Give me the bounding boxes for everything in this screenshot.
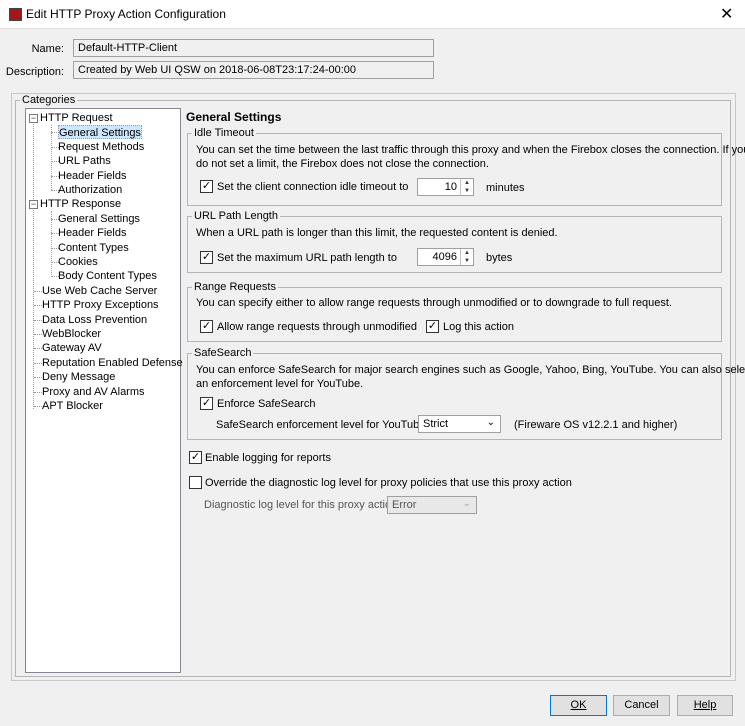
override-diag-label: Override the diagnostic log level for pr… [205, 477, 572, 489]
spinner-arrows-icon[interactable]: ▲ ▼ [460, 179, 473, 195]
tree-item[interactable]: URL Paths [58, 154, 111, 168]
tree-item[interactable]: HTTP Proxy Exceptions [42, 298, 159, 312]
tree-line [33, 119, 34, 409]
tree-item[interactable]: HTTP Response [40, 197, 121, 211]
idle-timeout-unit: minutes [486, 182, 525, 194]
collapse-icon[interactable]: − [29, 200, 38, 209]
tree-item[interactable]: Proxy and AV Alarms [42, 385, 145, 399]
url-path-checkbox[interactable]: ✓ [200, 251, 213, 264]
name-field[interactable]: Default-HTTP-Client [73, 39, 434, 57]
idle-timeout-value: 10 [444, 181, 457, 193]
safesearch-note: (Fireware OS v12.2.1 and higher) [514, 419, 678, 431]
enable-logging-checkbox[interactable]: ✓ [189, 451, 202, 464]
allow-range-checkbox[interactable]: ✓ [200, 320, 213, 333]
window-title: Edit HTTP Proxy Action Configuration [26, 7, 226, 21]
tree-line [34, 291, 42, 292]
tree-line [34, 377, 42, 378]
url-path-group: URL Path Length When a URL path is longe… [187, 210, 722, 273]
range-requests-title: Range Requests [192, 281, 278, 293]
tree-line [34, 320, 42, 321]
help-button[interactable]: Help [677, 695, 733, 716]
cancel-button[interactable]: Cancel [613, 695, 670, 716]
url-path-unit: bytes [486, 252, 513, 264]
close-icon[interactable]: ✕ [720, 4, 733, 24]
url-path-label: Set the maximum URL path length to [217, 252, 397, 264]
collapse-icon[interactable]: − [29, 114, 38, 123]
safesearch-level-value: Strict [423, 418, 449, 430]
tree-item[interactable]: Authorization [58, 183, 122, 197]
tree-item[interactable]: HTTP Request [40, 111, 113, 125]
tree-item[interactable]: WebBlocker [42, 327, 101, 341]
log-action-checkbox[interactable]: ✓ [426, 320, 439, 333]
ok-button[interactable]: OK [550, 695, 607, 716]
tree-item[interactable]: General Settings [58, 212, 140, 226]
log-action-label: Log this action [443, 321, 514, 333]
url-path-value: 4096 [432, 251, 457, 263]
idle-timeout-checkbox[interactable]: ✓ [200, 180, 213, 193]
tree-item[interactable]: APT Blocker [42, 399, 103, 413]
cancel-label: Cancel [624, 699, 659, 711]
categories-title: Categories [20, 94, 78, 106]
chevron-down-icon: ⌄ [462, 498, 471, 509]
url-path-title: URL Path Length [192, 210, 280, 222]
safesearch-group: SafeSearch You can enforce SafeSearch fo… [187, 347, 745, 440]
ok-label: OK [570, 699, 587, 711]
tree-item[interactable]: Header Fields [58, 169, 126, 183]
override-diag-checkbox[interactable] [189, 476, 202, 489]
tree-item[interactable]: Content Types [58, 241, 129, 255]
tree-line [51, 211, 52, 277]
tree-item[interactable]: General Settings [58, 125, 142, 139]
safesearch-desc: You can enforce SafeSearch for major sea… [196, 364, 745, 376]
tree-line [51, 125, 52, 190]
idle-timeout-title: Idle Timeout [192, 127, 256, 139]
spinner-arrows-icon[interactable]: ▲ ▼ [460, 249, 473, 265]
diag-level-value: Error [392, 499, 417, 511]
safesearch-level-label: SafeSearch enforcement level for YouTube… [216, 419, 429, 431]
url-path-spinner[interactable]: 4096 ▲ ▼ [417, 248, 474, 266]
idle-timeout-label: Set the client connection idle timeout t… [217, 181, 409, 193]
tree-item[interactable]: Request Methods [58, 140, 144, 154]
tree-line [34, 363, 42, 364]
idle-timeout-spinner[interactable]: 10 ▲ ▼ [417, 178, 474, 196]
tree-line [34, 406, 42, 407]
enforce-safesearch-checkbox[interactable]: ✓ [200, 397, 213, 410]
enable-logging-label: Enable logging for reports [205, 452, 331, 464]
chevron-down-icon: ⌄ [486, 417, 495, 428]
diag-level-label: Diagnostic log level for this proxy acti… [204, 499, 398, 511]
idle-timeout-desc: You can set the time between the last tr… [196, 144, 745, 156]
tree-line [34, 392, 42, 393]
safesearch-title: SafeSearch [192, 347, 254, 359]
tree-item[interactable]: Gateway AV [42, 341, 102, 355]
idle-timeout-desc-2: do not set a limit, the Firebox does not… [196, 158, 489, 170]
idle-timeout-group: Idle Timeout You can set the time betwee… [187, 127, 745, 206]
section-heading: General Settings [186, 110, 282, 124]
tree-item[interactable]: Data Loss Prevention [42, 313, 147, 327]
tree-item[interactable]: Body Content Types [58, 269, 157, 283]
allow-range-label: Allow range requests through unmodified [217, 321, 417, 333]
tree-line [34, 348, 42, 349]
tree-item[interactable]: Deny Message [42, 370, 115, 384]
app-icon [9, 8, 22, 21]
description-label: Description: [5, 66, 64, 78]
tree-item[interactable]: Cookies [58, 255, 98, 269]
enforce-safesearch-label: Enforce SafeSearch [217, 398, 316, 410]
range-requests-desc: You can specify either to allow range re… [196, 297, 672, 309]
title-bar: Edit HTTP Proxy Action Configuration ✕ [0, 0, 745, 29]
tree-item[interactable]: Use Web Cache Server [42, 284, 157, 298]
tree-item[interactable]: Header Fields [58, 226, 126, 240]
name-label: Name: [31, 43, 64, 55]
range-requests-group: Range Requests You can specify either to… [187, 281, 722, 342]
tree-line [34, 305, 42, 306]
help-label: Help [693, 699, 717, 711]
tree-line [34, 334, 42, 335]
safesearch-desc-2: an enforcement level for YouTube. [196, 378, 364, 390]
url-path-desc: When a URL path is longer than this limi… [196, 227, 558, 239]
tree-item[interactable]: Reputation Enabled Defense [42, 356, 183, 370]
description-field[interactable]: Created by Web UI QSW on 2018-06-08T23:1… [73, 61, 434, 79]
safesearch-level-select[interactable]: Strict ⌄ [418, 415, 501, 433]
diag-level-select[interactable]: Error ⌄ [387, 496, 477, 514]
categories-tree[interactable]: − HTTP Request General Settings Request Met… [25, 108, 183, 673]
